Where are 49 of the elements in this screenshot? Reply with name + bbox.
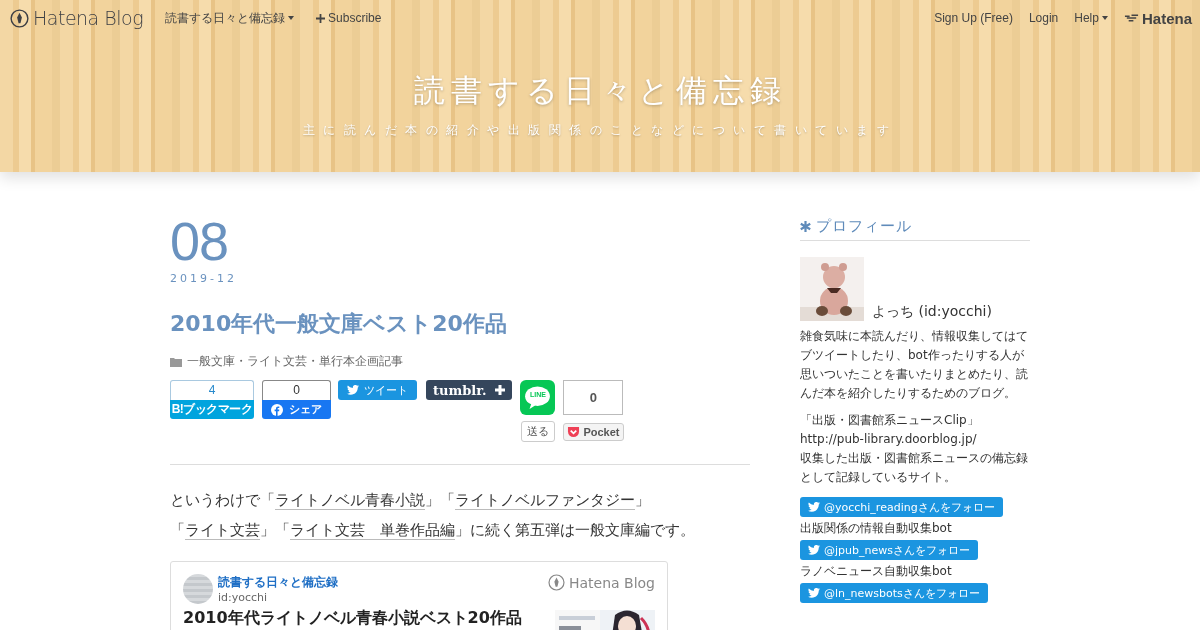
- embed-title[interactable]: 2010年代ライトノベル青春小説ベスト20作品: [183, 608, 522, 630]
- avatar-icon: [183, 574, 213, 604]
- subscribe-link[interactable]: Subscribe: [316, 11, 382, 25]
- embed-blog-link[interactable]: 読書する日々と備忘録: [218, 574, 543, 591]
- post-day: 08: [170, 212, 750, 270]
- pocket-button[interactable]: Pocket: [563, 423, 624, 441]
- post-date: 2019-12: [170, 272, 238, 285]
- bird-icon: [347, 385, 359, 395]
- send-button[interactable]: 送る: [520, 421, 555, 442]
- bird-icon: [808, 545, 820, 555]
- text-link[interactable]: ライト文芸 単巻作品編: [290, 521, 455, 540]
- text-link[interactable]: ライトノベル青春小説: [275, 491, 425, 510]
- text-link[interactable]: ライト文芸: [185, 521, 260, 540]
- blog-description: 主に読んだ本の紹介や出版関係のことなどについて書いています: [301, 122, 899, 139]
- bird-icon: [808, 588, 820, 598]
- paragraph: というわけで「ライトノベル青春小説」「ライトノベルファンタジー」「ライト文芸」「ライト文芸 単巻作品編」に続く第五弾は一般文庫編です。: [170, 490, 696, 542]
- wave-mark-icon: [1123, 13, 1139, 23]
- section-heading: プロフィール: [800, 217, 1030, 241]
- help-menu[interactable]: Help: [1074, 11, 1108, 25]
- text-link[interactable]: ライトノベルファンタジー: [455, 491, 635, 510]
- facebook-share-button[interactable]: シェア: [262, 400, 331, 419]
- blog-menu[interactable]: 読書する日々と備忘録: [165, 9, 295, 27]
- nav-link[interactable]: Sign Up (Free): [934, 11, 1013, 25]
- pen-nib-icon: [547, 574, 565, 591]
- bot-caption: 出版関係の情報自動収集bot: [800, 520, 952, 537]
- caret-icon: [288, 16, 295, 20]
- about-text: http://pub-library.doorblog.jp/: [800, 431, 978, 448]
- facebook-icon: [271, 403, 283, 416]
- hatena-blog-logo[interactable]: Hatena Blog: [10, 7, 144, 29]
- pen-nib-icon: [10, 8, 29, 28]
- hatena-blog-logo: Hatena Blog: [547, 574, 655, 591]
- profile-bio: 雑食気味に本読んだり、情報収集してはてブツイートしたり、bot作ったりする人が思いついたことを書いたりまとめたり、読んだ本を紹介したりするためのブログ。: [800, 328, 1029, 402]
- bot-caption: ラノベニュース自動収集bot: [800, 563, 952, 580]
- profile-name[interactable]: よっち (id:yocchi): [872, 303, 992, 321]
- about-text: 収集した出版・図書館系ニュースの備忘録として記録しているサイト。: [800, 450, 1029, 486]
- plus-icon: [495, 385, 506, 395]
- about-text: 「出版・図書館系ニュースClip」: [800, 412, 980, 429]
- asterisk-icon: [800, 221, 811, 232]
- tumblr-button[interactable]: tumblr.: [426, 380, 513, 400]
- pocket-count: 0: [563, 380, 624, 415]
- bird-icon: [808, 502, 820, 512]
- embed-author: id:yocchi: [218, 591, 269, 604]
- plus-icon: [316, 13, 326, 23]
- hatena-logo[interactable]: Hatena: [1123, 9, 1192, 27]
- caret-icon: [1101, 16, 1108, 20]
- pocket-icon: [567, 426, 581, 438]
- category-link[interactable]: 一般文庫・ライト文芸・単行本企画記事: [187, 353, 403, 370]
- folder-icon: [170, 356, 182, 367]
- nav-link[interactable]: Login: [1028, 11, 1059, 25]
